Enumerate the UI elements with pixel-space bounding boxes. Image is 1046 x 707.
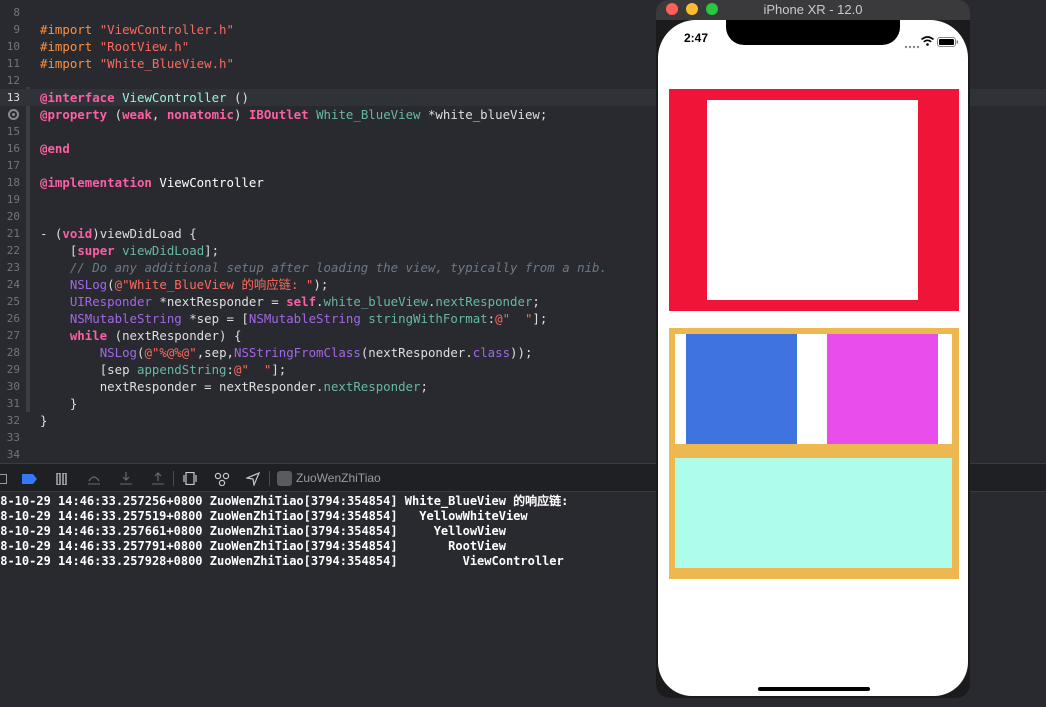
line-number: 10 bbox=[6, 40, 20, 53]
view-hierarchy-icon[interactable] bbox=[182, 470, 198, 487]
code-text: } bbox=[69, 396, 78, 411]
line-number: 22 bbox=[6, 244, 20, 257]
pause-icon[interactable] bbox=[54, 470, 70, 487]
code-text: @implementation ViewController bbox=[40, 175, 264, 190]
step-out-icon[interactable] bbox=[150, 470, 166, 487]
wifi-icon bbox=[920, 31, 935, 50]
line-number: 16 bbox=[6, 142, 20, 155]
console-line: 18-10-29 14:46:33.257519+0800 ZuoWenZhiT… bbox=[0, 509, 528, 523]
code-text: // Do any additional setup after loading… bbox=[69, 260, 607, 275]
line-number: 34 bbox=[6, 448, 20, 461]
debug-bar-divider bbox=[173, 471, 174, 486]
code-text: @interface ViewController () bbox=[40, 90, 249, 105]
memory-graph-icon[interactable] bbox=[214, 470, 230, 487]
code-text: NSMutableString *sep = [NSMutableString … bbox=[69, 311, 548, 326]
line-number: 29 bbox=[6, 363, 20, 376]
status-time: 2:47 bbox=[684, 31, 709, 45]
code-text: NSLog(@"White_BlueView 的响应链: "); bbox=[69, 277, 329, 292]
line-number: 20 bbox=[6, 210, 20, 223]
line-number: 13 bbox=[6, 91, 20, 104]
home-indicator[interactable] bbox=[758, 687, 870, 691]
line-number: 8 bbox=[13, 6, 20, 19]
white-blue-view[interactable] bbox=[686, 334, 797, 444]
location-icon[interactable] bbox=[245, 470, 261, 487]
code-text: - (void)viewDidLoad { bbox=[40, 226, 197, 241]
toggle-console-icon[interactable] bbox=[0, 470, 8, 487]
line-number: 27 bbox=[6, 329, 20, 342]
code-text: [super viewDidLoad]; bbox=[69, 243, 220, 258]
console-line: 18-10-29 14:46:33.257256+0800 ZuoWenZhiT… bbox=[0, 494, 569, 508]
console-line: 18-10-29 14:46:33.257928+0800 ZuoWenZhiT… bbox=[0, 554, 564, 568]
step-over-icon[interactable] bbox=[86, 470, 102, 487]
target-name[interactable]: ZuoWenZhiTiao bbox=[296, 470, 381, 487]
line-number: 31 bbox=[6, 397, 20, 410]
console-line: 18-10-29 14:46:33.257661+0800 ZuoWenZhiT… bbox=[0, 524, 506, 538]
yellow-view[interactable] bbox=[669, 328, 959, 579]
phone-screen[interactable]: 2:47 bbox=[658, 20, 968, 696]
yellow-white-view[interactable] bbox=[675, 334, 952, 444]
line-number: 28 bbox=[6, 346, 20, 359]
code-text: #import "White_BlueView.h" bbox=[40, 56, 234, 71]
code-text: #import "ViewController.h" bbox=[40, 22, 234, 37]
line-number: 18 bbox=[6, 176, 20, 189]
app-icon bbox=[277, 471, 292, 486]
simulator-title: iPhone XR - 12.0 bbox=[763, 2, 863, 17]
code-text: NSLog(@"%@%@",sep,NSStringFromClass(next… bbox=[99, 345, 533, 360]
red-view[interactable] bbox=[669, 89, 959, 311]
code-text: @property (weak, nonatomic) IBOutlet Whi… bbox=[40, 107, 548, 122]
code-text: nextResponder = nextResponder.nextRespon… bbox=[99, 379, 428, 394]
step-into-icon[interactable] bbox=[118, 470, 134, 487]
line-number: 15 bbox=[6, 125, 20, 138]
code-text: while (nextResponder) { bbox=[69, 328, 242, 343]
code-text: @end bbox=[40, 141, 70, 156]
line-number: 17 bbox=[6, 159, 20, 172]
simulator-window: iPhone XR - 12.0 2:47 bbox=[656, 0, 970, 698]
line-number: 23 bbox=[6, 261, 20, 274]
simulator-titlebar: iPhone XR - 12.0 bbox=[656, 0, 970, 20]
line-number: 24 bbox=[6, 278, 20, 291]
code-text: [sep appendString:@" "]; bbox=[99, 362, 287, 377]
breakpoints-icon[interactable] bbox=[22, 470, 38, 487]
code-text: UIResponder *nextResponder = self.white_… bbox=[69, 294, 540, 309]
line-number: 32 bbox=[6, 414, 20, 427]
line-number: 12 bbox=[6, 74, 20, 87]
line-number: 9 bbox=[13, 23, 20, 36]
code-text: } bbox=[40, 413, 48, 428]
debug-bar-divider bbox=[269, 471, 270, 486]
magenta-view[interactable] bbox=[827, 334, 938, 444]
phone-notch bbox=[726, 20, 900, 45]
line-number: 30 bbox=[6, 380, 20, 393]
line-number: 11 bbox=[6, 57, 20, 70]
line-number: 25 bbox=[6, 295, 20, 308]
code-text: #import "RootView.h" bbox=[40, 39, 190, 54]
line-number: 33 bbox=[6, 431, 20, 444]
line-number: 26 bbox=[6, 312, 20, 325]
battery-icon bbox=[937, 32, 959, 51]
signal-icon bbox=[904, 35, 920, 54]
console-line: 18-10-29 14:46:33.257791+0800 ZuoWenZhiT… bbox=[0, 539, 506, 553]
white-view[interactable] bbox=[707, 100, 918, 300]
line-number: 21 bbox=[6, 227, 20, 240]
mint-view[interactable] bbox=[675, 458, 952, 568]
line-number: 19 bbox=[6, 193, 20, 206]
